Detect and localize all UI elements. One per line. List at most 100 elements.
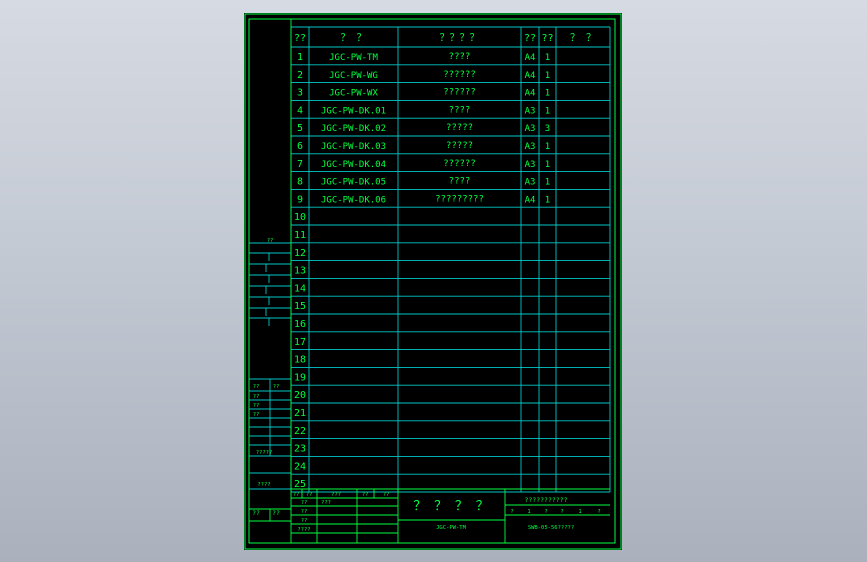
row-qty: 1 [545,89,550,99]
row-size: A3 [525,106,536,116]
row-name: ???? [449,177,471,187]
row-name: ???? [449,105,471,115]
sig-label: ?? [301,500,308,506]
strip-label: ????? [256,450,273,456]
sig-label: ?? [383,492,390,498]
sig-label: ?? [301,509,308,515]
scale-cell: ? [597,509,600,515]
header-code: ？ ？ [340,33,366,44]
row-name: ????? [446,141,473,151]
row-name: ????? [446,123,473,133]
row-number: 14 [294,283,306,294]
header-size: ?? [524,33,536,44]
row-size: A3 [525,142,536,152]
row-qty: 1 [545,160,550,170]
row-code: JGC-PW-WG [329,71,378,81]
drawing-code: JGC-PW-TM [436,525,466,531]
row-code: JGC-PW-TM [329,53,378,63]
row-code: JGC-PW-DK.06 [321,195,386,205]
scale-cell: 1 [578,509,581,515]
row-number: 22 [294,426,306,437]
header-note: ？ ？ [570,33,596,44]
row-number: 8 [297,177,303,188]
sig-label: ??? [321,500,331,506]
table-text: ??？ ？？？？？????？ ？1 JGC-PW-TM???? A4 12 JGC-PW… [252,33,601,533]
header-name: ？？？？ [440,33,480,44]
header-qty: ?? [541,33,553,44]
row-code: JGC-PW-DK.04 [321,160,386,170]
strip-label: ?? [273,384,280,390]
cad-drawing-canvas[interactable]: ??？ ？？？？？????？ ？1 JGC-PW-TM???? A4 12 JGC-PW… [244,13,622,550]
strip-label: ?? [272,509,280,517]
company-name: ??????????? [524,496,567,504]
row-code: JGC-PW-DK.05 [321,178,386,188]
row-number: 3 [297,88,303,99]
row-number: 18 [294,355,306,366]
row-number: 13 [294,266,306,277]
strip-top-label: ?? [267,238,274,244]
row-size: A3 [525,124,536,134]
row-qty: 3 [545,124,550,134]
row-number: 1 [297,52,303,63]
row-qty: 1 [545,195,550,205]
strip-label: ?? [253,394,260,400]
scale-cell: ? [560,509,563,515]
row-qty: 1 [545,142,550,152]
row-number: 11 [294,230,306,241]
drawing-title: ？ ？ ？ ？ [413,499,488,514]
sig-label: ?? [301,518,308,524]
row-code: JGC-PW-WX [329,89,378,99]
row-name: ?????? [443,159,476,169]
sig-label: ?? [362,492,369,498]
scale-cell: 1 [527,509,530,515]
row-number: 4 [297,105,303,116]
row-code: JGC-PW-DK.03 [321,142,386,152]
row-number: 19 [294,372,306,383]
row-qty: 1 [545,53,550,63]
row-qty: 1 [545,71,550,81]
row-number: 12 [294,248,306,259]
row-size: A4 [525,89,536,99]
drawing-sheet[interactable]: ??？ ？？？？？????？ ？ 1 JGC-PW-TM???? A4 1 2 JGC-PW… [244,13,622,550]
row-number: 7 [297,159,303,170]
row-number: 6 [297,141,303,152]
row-number: 16 [294,319,306,330]
row-number: 15 [294,301,306,312]
row-qty: 1 [545,178,550,188]
row-code: JGC-PW-DK.02 [321,124,386,134]
scale-cell: ? [510,509,513,515]
row-code: JGC-PW-DK.01 [321,106,386,116]
row-number: 17 [294,337,306,348]
row-number: 2 [297,70,303,81]
row-name: ???? [449,52,471,62]
row-number: 20 [294,390,306,401]
row-size: A4 [525,53,536,63]
sig-label: ??? [331,492,341,498]
row-size: A3 [525,160,536,170]
sig-label: ???? [297,527,310,533]
strip-label: ?? [253,384,260,390]
row-name: ?????? [443,70,476,80]
row-number: 21 [294,408,306,419]
row-number: 9 [297,194,303,205]
sig-label: ?? [306,492,313,498]
row-number: 5 [297,123,303,134]
strip-label: ?? [253,403,260,409]
sig-label: ?? [293,492,300,498]
row-number: 23 [294,444,306,455]
scale-cell: ? [544,509,547,515]
strip-label: ???? [257,482,270,488]
row-name: ?????? [443,88,476,98]
header-index: ?? [294,33,306,44]
row-number: 25 [294,479,306,490]
row-qty: 1 [545,106,550,116]
row-name: ????????? [435,194,484,204]
row-number: 24 [294,461,306,472]
row-size: A4 [525,195,536,205]
row-number: 10 [294,212,306,223]
row-size: A4 [525,71,536,81]
row-size: A3 [525,178,536,188]
strip-label: ?? [252,509,260,517]
doc-number: SWB-05-56????? [528,525,574,531]
strip-label: ?? [253,412,260,418]
